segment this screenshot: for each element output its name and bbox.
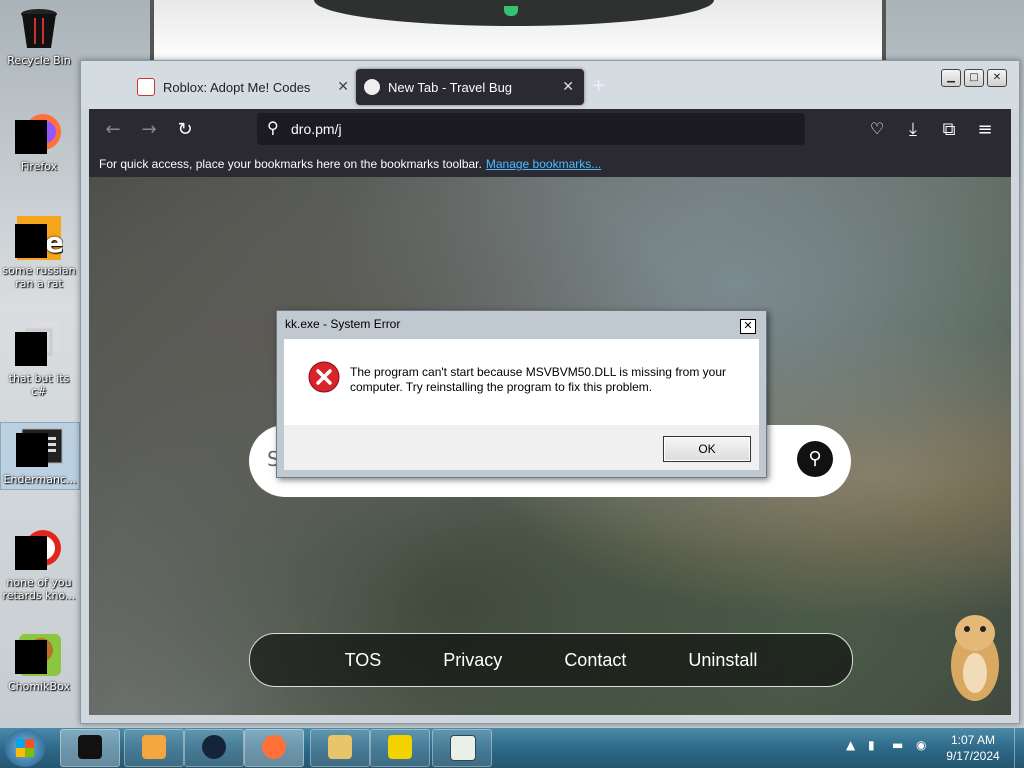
pocket-icon[interactable]: ♡ — [865, 119, 889, 138]
reload-icon[interactable]: ↻ — [173, 119, 197, 140]
show-hidden-icons-icon[interactable]: ▲ — [846, 738, 860, 754]
tab-label: Roblox: Adopt Me! Codes — [163, 79, 311, 95]
svg-text:e: e — [45, 226, 63, 259]
desktop-icon-label: none of you retards kno... — [2, 576, 76, 602]
desktop-icon-firefox[interactable]: Firefox — [0, 110, 78, 173]
taskbar: ▲ ▮ ▬ ◉ 1:07 AM 9/17/2024 — [0, 728, 1024, 768]
media-player-icon — [142, 735, 166, 759]
taskbar-app-remote[interactable] — [370, 729, 430, 767]
back-icon[interactable]: ← — [101, 119, 125, 140]
hamster-mascot-icon — [947, 603, 1003, 707]
dialog-button-area: OK — [284, 425, 759, 470]
dialog-title: kk.exe - System Error — [285, 317, 401, 331]
extensions-icon[interactable]: ⧉ — [937, 119, 961, 140]
close-tab-icon[interactable]: ✕ — [337, 78, 349, 95]
tab-new-tab[interactable]: New Tab - Travel Bug ✕ — [356, 69, 584, 105]
background-window — [150, 0, 886, 62]
taskbar-app-explorer[interactable] — [310, 729, 370, 767]
tab-label: New Tab - Travel Bug — [388, 79, 513, 95]
recycle-bin-icon — [15, 4, 63, 52]
folder-icon — [328, 735, 352, 759]
forward-icon[interactable]: → — [137, 119, 161, 140]
url-text[interactable]: dro.pm/j — [291, 113, 342, 145]
navigation-toolbar: ← → ↻ ⚲ dro.pm/j ♡ ⤓ ⧉ ≡ — [89, 109, 1011, 151]
start-button[interactable] — [5, 729, 45, 767]
taskbar-app-window[interactable] — [432, 729, 492, 767]
windows-logo-icon — [16, 739, 34, 757]
desktop-icon-endermanch[interactable]: Endermanc... — [0, 422, 80, 490]
footer-link-tos[interactable]: TOS — [345, 650, 382, 671]
tab-roblox[interactable]: Roblox: Adopt Me! Codes ✕ — [131, 69, 359, 105]
console-icon — [16, 423, 64, 471]
application-icon: e — [15, 214, 64, 262]
tray-app-icon[interactable]: ▮ — [868, 738, 882, 754]
footer-link-privacy[interactable]: Privacy — [443, 650, 502, 671]
site-favicon-icon — [137, 78, 155, 96]
network-icon[interactable]: ▬ — [892, 738, 906, 754]
desktop-icon-chomikbox[interactable]: ChomikBox — [0, 630, 78, 693]
close-window-button[interactable]: ✕ — [987, 69, 1007, 87]
chomikbox-icon — [15, 630, 63, 678]
background-window-graphic — [314, 0, 714, 26]
bookmarks-hint: For quick access, place your bookmarks h… — [99, 157, 482, 171]
windows-stack-icon — [15, 322, 63, 370]
desktop-icon-label: Recycle Bin — [7, 54, 71, 67]
dialog-close-button[interactable]: ✕ — [740, 319, 756, 334]
url-bar[interactable]: ⚲ dro.pm/j — [257, 113, 805, 145]
maximize-button[interactable]: □ — [964, 69, 984, 87]
window-icon — [450, 735, 476, 761]
firefox-icon — [15, 110, 63, 158]
desktop-icon-csharp[interactable]: that but its c# — [0, 322, 78, 398]
system-error-dialog: kk.exe - System Error ✕ The program can'… — [276, 310, 767, 478]
footer-link-uninstall[interactable]: Uninstall — [688, 650, 757, 671]
desktop-icon-label: Endermanc... — [3, 473, 77, 486]
taskbar-app-globe[interactable] — [184, 729, 244, 767]
desktop-icon-none-of-you[interactable]: none of you retards kno... — [0, 526, 78, 602]
dialog-message: The program can't start because MSVBVM50… — [350, 365, 726, 394]
download-icon[interactable]: ⤓ — [901, 119, 925, 140]
show-desktop-button[interactable] — [1014, 728, 1024, 768]
clock-date: 9/17/2024 — [946, 749, 1000, 763]
firefox-icon — [262, 735, 286, 759]
tab-strip: Roblox: Adopt Me! Codes ✕ New Tab - Trav… — [81, 61, 1019, 109]
taskbar-app-console[interactable] — [60, 729, 120, 767]
close-tab-icon[interactable]: ✕ — [562, 78, 574, 95]
desktop-icon-recycle-bin[interactable]: Recycle Bin — [0, 4, 78, 67]
search-icon: ⚲ — [267, 120, 279, 137]
minimize-button[interactable]: ▁ — [941, 69, 961, 87]
volume-icon[interactable]: ◉ — [916, 738, 930, 754]
error-icon — [308, 361, 340, 393]
desktop-icon-rat[interactable]: e some russian ran a rat — [0, 214, 78, 290]
footer-link-contact[interactable]: Contact — [564, 650, 626, 671]
search-button-icon[interactable]: ⚲ — [797, 441, 833, 477]
menu-icon[interactable]: ≡ — [973, 119, 997, 140]
manage-bookmarks-link[interactable]: Manage bookmarks... — [486, 157, 601, 171]
dialog-body: The program can't start because MSVBVM50… — [284, 339, 759, 470]
opera-icon — [15, 526, 63, 574]
ok-button[interactable]: OK — [663, 436, 751, 462]
desktop-icon-label: ChomikBox — [8, 680, 70, 693]
desktop-icon-label: some russian ran a rat — [2, 264, 76, 290]
desktop-icon-label: Firefox — [20, 160, 58, 173]
globe-icon — [202, 735, 226, 759]
remote-desktop-icon — [388, 735, 412, 759]
taskbar-app-media-player[interactable] — [124, 729, 184, 767]
console-icon — [78, 735, 102, 759]
clock-time: 1:07 AM — [950, 733, 996, 747]
new-tab-button[interactable]: + — [591, 75, 606, 96]
bookmarks-toolbar: For quick access, place your bookmarks h… — [89, 151, 1011, 177]
desktop-icon-label: that but its c# — [8, 372, 70, 398]
taskbar-app-firefox[interactable] — [244, 729, 304, 767]
page-footer-links: TOS Privacy Contact Uninstall — [249, 633, 853, 687]
travel-bug-favicon-icon — [364, 79, 380, 95]
system-clock[interactable]: 1:07 AM 9/17/2024 — [938, 732, 1008, 764]
